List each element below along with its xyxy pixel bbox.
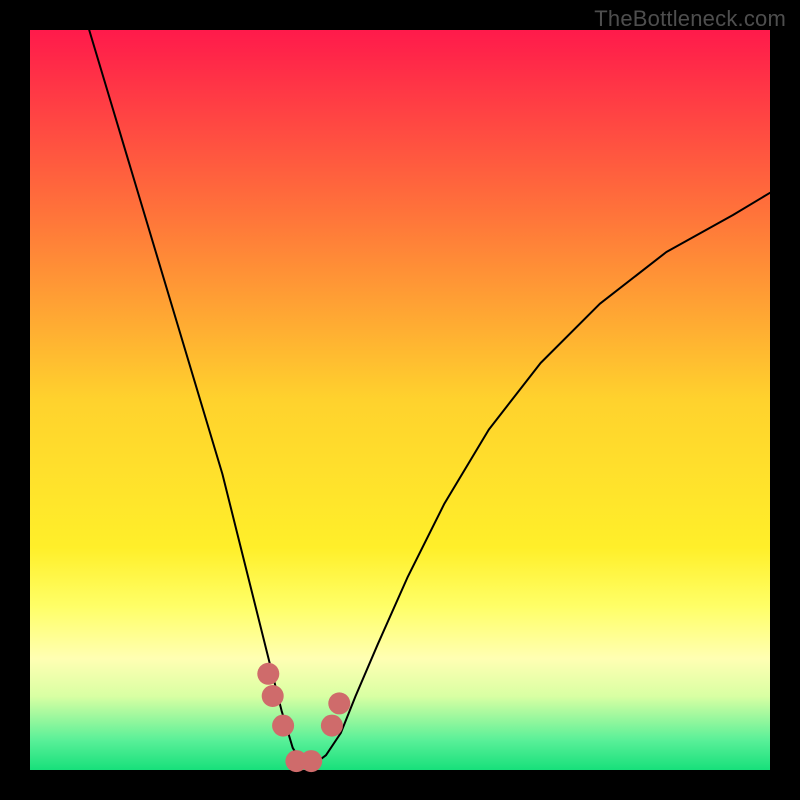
highlight-dot	[300, 750, 322, 772]
highlight-dot	[257, 663, 279, 685]
highlight-dot	[321, 715, 343, 737]
chart-stage: TheBottleneck.com	[0, 0, 800, 800]
highlight-dot	[272, 715, 294, 737]
highlight-dot	[328, 692, 350, 714]
highlight-dot	[262, 685, 284, 707]
watermark-text: TheBottleneck.com	[594, 6, 786, 32]
plot-background	[30, 30, 770, 770]
bottleneck-chart	[0, 0, 800, 800]
